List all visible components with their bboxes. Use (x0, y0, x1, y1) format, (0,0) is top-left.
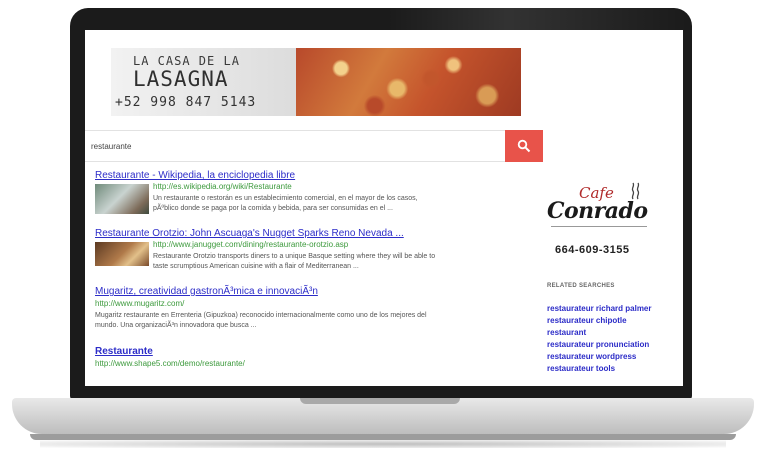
laptop-screen: LA CASA DE LA LASAGNA +52 998 847 5143 R… (85, 30, 683, 386)
result-snippet: Mugaritz restaurante en Errenteria (Gipu… (95, 312, 427, 319)
result-snippet: Restaurante Orotzio transports diners to… (153, 253, 436, 260)
result-url: http://www.mugaritz.com/ (95, 299, 185, 308)
result-title-link[interactable]: Mugaritz, creatividad gastronÃ³mica e in… (95, 286, 318, 297)
lasagna-photo (296, 48, 521, 116)
search-button[interactable] (505, 130, 543, 162)
related-searches-list: restaurateur richard palmer restaurateur… (547, 303, 652, 375)
result-title-link[interactable]: Restaurante - Wikipedia, la enciclopedia… (95, 170, 295, 181)
search-icon (517, 139, 531, 153)
related-search-link[interactable]: restaurateur chipotle (547, 315, 652, 327)
result-url: http://es.wikipedia.org/wiki/Restaurante (153, 182, 292, 191)
laptop-base-edge (30, 434, 736, 440)
cafe-conrado-logo-name: Conrado (547, 198, 648, 224)
screen-bottom-fade (85, 378, 683, 386)
result-url: http://www.janugget.com/dining/restauran… (153, 240, 349, 249)
result-url: http://www.shape5.com/demo/restaurante/ (95, 359, 245, 368)
search-input[interactable] (91, 139, 491, 153)
banner-restaurant-name-line1: LA CASA DE LA (133, 54, 240, 68)
result-title-link[interactable]: Restaurante (95, 346, 153, 357)
result-thumbnail[interactable] (95, 184, 149, 214)
result-snippet: pÃºblico donde se paga por la comida y b… (153, 205, 393, 212)
related-search-link[interactable]: restaurateur pronunciation (547, 339, 652, 351)
laptop-shadow (40, 440, 726, 448)
related-search-link[interactable]: restaurateur richard palmer (547, 303, 652, 315)
related-searches-heading: RELATED SEARCHES (547, 283, 615, 289)
banner-phone: +52 998 847 5143 (115, 95, 257, 110)
ad-banner[interactable]: LA CASA DE LA LASAGNA +52 998 847 5143 (111, 48, 521, 116)
result-snippet: Un restaurante o restorán es un establec… (153, 195, 418, 202)
result-snippet: mundo. Una organizaciÃ³n innovadora que … (95, 322, 257, 329)
logo-underline (551, 226, 647, 233)
related-search-link[interactable]: restaurant (547, 327, 652, 339)
sidebar-phone: 664-609-3155 (555, 244, 630, 256)
related-search-link[interactable]: restaurateur wordpress (547, 351, 652, 363)
result-thumbnail[interactable] (95, 242, 149, 266)
laptop-hinge-notch (300, 398, 460, 404)
banner-restaurant-name-line2: LASAGNA (133, 67, 229, 91)
search-bar (85, 130, 505, 162)
banner-text-panel: LA CASA DE LA LASAGNA +52 998 847 5143 (111, 48, 296, 116)
related-search-link[interactable]: restaurateur tools (547, 363, 652, 375)
result-title-link[interactable]: Restaurante Orotzio: John Ascuaga's Nugg… (95, 228, 404, 239)
result-snippet: taste scrumptious American cuisine with … (153, 263, 359, 270)
